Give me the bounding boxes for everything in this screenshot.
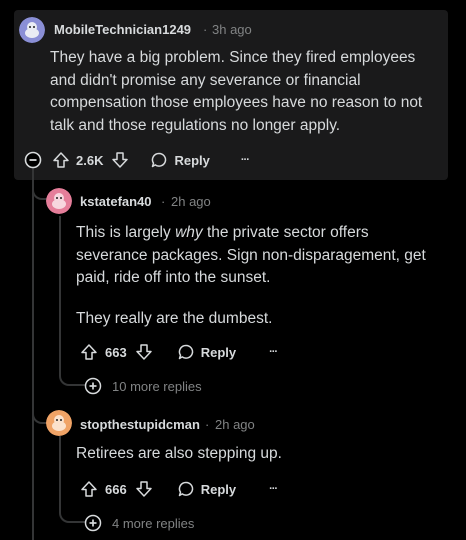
comment-actions: 2.6K Reply ··· <box>52 149 250 171</box>
thread-line[interactable] <box>59 436 61 506</box>
avatar[interactable] <box>46 410 72 436</box>
comment-body: This is largely why the private sector o… <box>76 222 434 330</box>
comment-paragraph: They really are the dumbest. <box>76 309 273 327</box>
downvote-icon[interactable] <box>135 343 153 361</box>
thread-line[interactable] <box>32 168 34 540</box>
vote-count: 2.6K <box>76 152 104 168</box>
more-options-button[interactable]: ··· <box>269 483 278 495</box>
avatar[interactable] <box>46 188 72 214</box>
comment-body: Retirees are also stepping up. <box>76 443 434 466</box>
comment-separator: · <box>203 22 208 37</box>
collapse-thread-button[interactable] <box>24 151 42 169</box>
vote-count: 666 <box>105 481 127 497</box>
downvote-icon[interactable] <box>111 151 129 169</box>
comment-timestamp[interactable]: 2h ago <box>215 417 255 432</box>
comment-separator: · <box>161 194 166 209</box>
more-replies-label: 10 more replies <box>112 378 202 394</box>
thread-connector <box>59 366 85 386</box>
more-replies-link[interactable]: 10 more replies <box>84 377 202 395</box>
reply-icon[interactable] <box>177 343 195 361</box>
comment-actions: 663 Reply ··· <box>80 341 278 363</box>
comment-timestamp[interactable]: 3h ago <box>212 22 252 37</box>
reply-icon[interactable] <box>150 151 168 169</box>
comment-body: They have a big problem. Since they fire… <box>50 47 435 137</box>
upvote-icon[interactable] <box>80 480 98 498</box>
upvote-icon[interactable] <box>80 343 98 361</box>
more-replies-link[interactable]: 4 more replies <box>84 514 194 532</box>
minus-circle-icon <box>24 151 42 169</box>
thread-connector <box>59 506 85 523</box>
reply-button[interactable]: Reply <box>201 482 236 497</box>
vote-count: 663 <box>105 344 127 360</box>
comment-paragraph: Retirees are also stepping up. <box>76 445 282 462</box>
reply-button[interactable]: Reply <box>174 153 209 168</box>
reply-button[interactable]: Reply <box>201 345 236 360</box>
more-options-button[interactable]: ··· <box>269 346 278 358</box>
comment-paragraph: They have a big problem. Since they fire… <box>50 49 423 134</box>
plus-circle-icon <box>84 514 102 532</box>
more-replies-label: 4 more replies <box>112 515 195 531</box>
comment-separator: · <box>205 417 210 432</box>
downvote-icon[interactable] <box>135 480 153 498</box>
more-options-button[interactable]: ··· <box>241 154 250 166</box>
avatar[interactable] <box>19 17 45 43</box>
plus-circle-icon <box>84 377 102 395</box>
reply-icon[interactable] <box>177 480 195 498</box>
comment-username[interactable]: kstatefan40 <box>80 194 152 209</box>
comment-username[interactable]: MobileTechnician1249 <box>54 22 191 37</box>
comment-actions: 666 Reply ··· <box>80 478 278 500</box>
thread-line[interactable] <box>59 216 61 366</box>
comment-paragraph: This is largely why the private sector o… <box>76 224 426 286</box>
upvote-icon[interactable] <box>52 151 70 169</box>
comment-timestamp[interactable]: 2h ago <box>171 194 211 209</box>
comment-username[interactable]: stopthestupidcman <box>80 417 200 432</box>
